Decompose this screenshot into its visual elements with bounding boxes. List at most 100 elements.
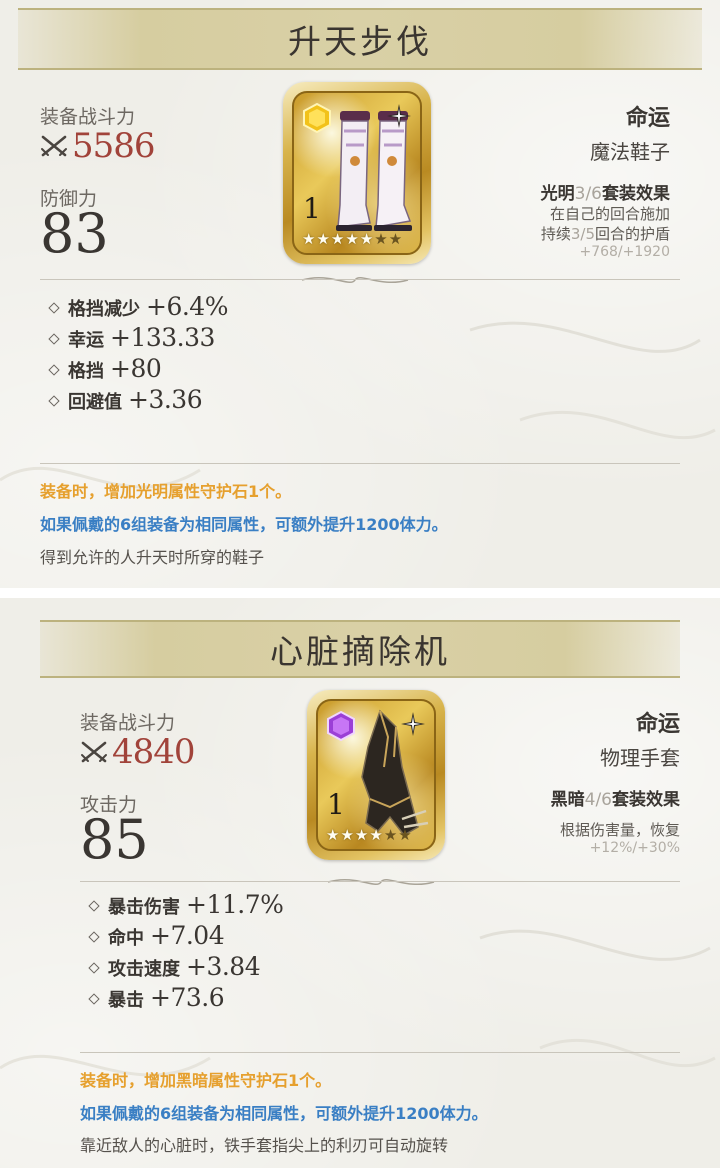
attack-value: 85 bbox=[80, 808, 149, 871]
stat-row: 回避值 +3.36 bbox=[48, 385, 228, 416]
stat-value: +11.7% bbox=[186, 890, 284, 919]
stat-name: 幸运 bbox=[68, 330, 104, 351]
desc-turns: 3/5 bbox=[570, 225, 595, 243]
set-desc-line2: 持续3/5回合的护盾 bbox=[541, 224, 670, 244]
star-rating: ★ ★ ★ ★ ★ ★ bbox=[326, 828, 412, 843]
star-filled-icon: ★ bbox=[340, 826, 354, 844]
item-info: 命运 物理手套 黑暗4/6套装效果 根据伤害量，恢复 +12%/+30% bbox=[551, 706, 680, 856]
element-gem-icon bbox=[327, 711, 355, 741]
item-name: 命运 bbox=[635, 712, 680, 737]
equipment-card-gloves: 心脏摘除机 装备战斗力 4840 攻击力 85 1 ★ ★ ★ ★ ★ ★ 命运… bbox=[0, 598, 720, 1168]
defense-value: 83 bbox=[40, 202, 109, 265]
star-filled-icon: ★ bbox=[330, 230, 345, 248]
diamond-bullet-icon bbox=[88, 900, 100, 912]
desc-prefix: 持续 bbox=[540, 225, 571, 243]
stat-value: +6.4% bbox=[146, 292, 228, 321]
stat-row: 格挡 +80 bbox=[48, 354, 228, 385]
stat-row: 格挡减少 +6.4% bbox=[48, 292, 228, 323]
set-desc-values: +12%/+30% bbox=[589, 840, 680, 856]
set-desc-line1: 根据伤害量，恢复 bbox=[559, 821, 680, 839]
stat-name: 命中 bbox=[108, 928, 144, 949]
star-filled-icon: ★ bbox=[302, 230, 316, 248]
stat-row: 暴击伤害 +11.7% bbox=[88, 890, 284, 921]
stat-row: 幸运 +133.33 bbox=[48, 323, 228, 354]
stat-list: 格挡减少 +6.4% 幸运 +133.33 格挡 +80 回避值 +3.36 bbox=[48, 292, 228, 416]
power-label: 装备战斗力 bbox=[40, 106, 136, 128]
item-icon-frame[interactable]: 1 ★ ★ ★ ★ ★ ★ ★ bbox=[283, 82, 431, 264]
star-filled-icon: ★ bbox=[359, 230, 374, 248]
diamond-bullet-icon bbox=[48, 333, 60, 345]
item-type: 物理手套 bbox=[600, 746, 680, 770]
stat-value: +73.6 bbox=[150, 983, 225, 1012]
set-count: 3/6 bbox=[574, 184, 602, 204]
item-info: 命运 魔法鞋子 光明3/6套装效果 在自己的回合施加 持续3/5回合的护盾 +7… bbox=[541, 100, 670, 260]
star-filled-icon: ★ bbox=[354, 826, 369, 844]
set-label: 套装效果 bbox=[612, 790, 680, 810]
star-empty-icon: ★ bbox=[388, 230, 403, 248]
item-icon-frame[interactable]: 1 ★ ★ ★ ★ ★ ★ bbox=[307, 690, 445, 860]
divider-line bbox=[80, 1052, 680, 1053]
diamond-bullet-icon bbox=[48, 395, 60, 407]
flavor-text: 靠近敌人的心脏时，铁手套指尖上的利刃可自动旋转 bbox=[80, 1136, 449, 1155]
set-bonus-text: 如果佩戴的6组装备为相同属性，可额外提升1200体力。 bbox=[40, 515, 448, 534]
stat-value: +3.36 bbox=[128, 385, 203, 414]
ornament-divider bbox=[327, 878, 435, 886]
power-row: 5586 bbox=[40, 126, 156, 166]
star-filled-icon: ★ bbox=[369, 826, 383, 844]
equip-effect-text: 装备时，增加黑暗属性守护石1个。 bbox=[80, 1071, 332, 1090]
card-separator bbox=[0, 588, 720, 598]
set-element: 黑暗 bbox=[550, 790, 585, 810]
item-level: 1 bbox=[303, 192, 321, 225]
star-filled-icon: ★ bbox=[326, 826, 340, 844]
stat-value: +7.04 bbox=[150, 921, 225, 950]
stat-name: 暴击伤害 bbox=[108, 897, 180, 918]
stat-name: 格挡 bbox=[68, 361, 104, 382]
equipment-card-boots: 升天步伐 装备战斗力 5586 防御力 83 1 ★ ★ ★ ★ ★ ★ ★ 命… bbox=[0, 0, 720, 588]
crossed-swords-icon bbox=[41, 135, 67, 157]
stat-name: 攻击速度 bbox=[108, 959, 180, 980]
set-label: 套装效果 bbox=[602, 184, 670, 204]
item-title: 心脏摘除机 bbox=[270, 632, 450, 671]
item-level: 1 bbox=[327, 788, 345, 821]
item-name: 命运 bbox=[625, 106, 670, 131]
stat-value: +133.33 bbox=[110, 323, 215, 352]
set-desc-line1: 在自己的回合施加 bbox=[549, 205, 670, 223]
power-value: 5586 bbox=[72, 126, 156, 166]
power-label: 装备战斗力 bbox=[80, 712, 176, 734]
star-rating: ★ ★ ★ ★ ★ ★ ★ bbox=[302, 232, 402, 247]
title-bar: 升天步伐 bbox=[18, 8, 702, 70]
set-element: 光明 bbox=[540, 184, 575, 204]
set-effect-line: 黑暗4/6套装效果 bbox=[551, 785, 680, 810]
diamond-bullet-icon bbox=[88, 931, 100, 943]
set-bonus-text: 如果佩戴的6组装备为相同属性，可额外提升1200体力。 bbox=[80, 1104, 488, 1123]
set-effect-line: 光明3/6套装效果 bbox=[541, 179, 670, 204]
power-row: 4840 bbox=[80, 732, 196, 772]
item-type: 魔法鞋子 bbox=[590, 140, 670, 164]
sparkle-icon bbox=[387, 104, 411, 128]
diamond-bullet-icon bbox=[48, 302, 60, 314]
divider-line bbox=[40, 463, 680, 464]
star-empty-icon: ★ bbox=[383, 826, 398, 844]
star-empty-icon: ★ bbox=[374, 230, 388, 248]
diamond-bullet-icon bbox=[88, 993, 100, 1005]
stat-row: 暴击 +73.6 bbox=[88, 983, 283, 1014]
star-filled-icon: ★ bbox=[316, 230, 330, 248]
item-title: 升天步伐 bbox=[288, 22, 432, 61]
flavor-text: 得到允许的人升天时所穿的鞋子 bbox=[40, 548, 265, 567]
divider-line bbox=[40, 279, 680, 280]
divider-line bbox=[80, 881, 680, 882]
element-gem-icon bbox=[303, 103, 331, 133]
stat-list: 暴击伤害 +11.7% 命中 +7.04 攻击速度 +3.84 暴击 +73.6 bbox=[88, 890, 284, 1014]
item-icon: 1 ★ ★ ★ ★ ★ ★ ★ bbox=[292, 91, 422, 255]
stat-row: 命中 +7.04 bbox=[88, 921, 283, 952]
power-value: 4840 bbox=[112, 732, 196, 772]
diamond-bullet-icon bbox=[88, 962, 100, 974]
ornament-divider bbox=[301, 276, 409, 284]
stat-name: 格挡减少 bbox=[68, 299, 140, 320]
stat-name: 暴击 bbox=[108, 990, 144, 1011]
stat-row: 攻击速度 +3.84 bbox=[88, 952, 283, 983]
desc-suffix: 回合的护盾 bbox=[594, 225, 670, 243]
crossed-swords-icon bbox=[81, 741, 107, 763]
stat-name: 回避值 bbox=[68, 392, 122, 413]
star-empty-icon: ★ bbox=[398, 826, 412, 844]
